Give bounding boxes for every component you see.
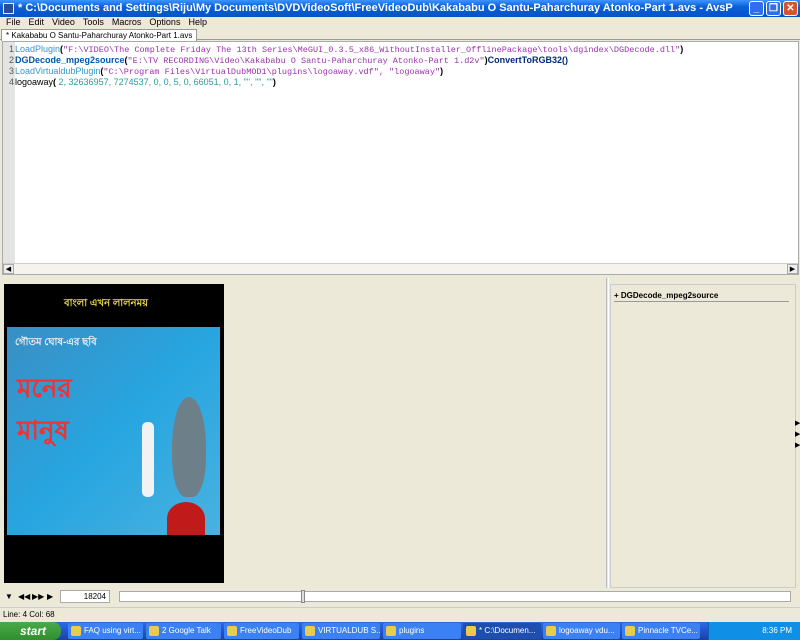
next-frame-icon[interactable]: ▶▶ xyxy=(32,592,44,601)
app-icon xyxy=(3,3,14,14)
task-plugins[interactable]: plugins xyxy=(383,623,461,639)
menu-options[interactable]: Options xyxy=(145,17,184,28)
video-credit-text: গৌতম ঘোষ-এর ছবি xyxy=(15,337,97,348)
minimize-button[interactable]: _ xyxy=(749,1,764,16)
boat-shape xyxy=(172,397,206,497)
toggle-preview-icon[interactable]: ▼ xyxy=(5,592,13,601)
play-icon[interactable]: ▶ xyxy=(47,592,53,601)
script-line: 2DGDecode_mpeg2source("E:\TV RECORDING\V… xyxy=(8,55,568,66)
task-firefox[interactable]: FAQ using virt... xyxy=(68,623,143,639)
filter-panel: + DGDecode_mpeg2source xyxy=(610,284,796,588)
tab-script[interactable]: * Kakababu O Santu-Paharchuray Atonko-Pa… xyxy=(1,29,198,41)
script-editor[interactable]: 1LoadPlugin("F:\VIDEO\The Complete Frida… xyxy=(2,41,799,275)
frame-slider[interactable] xyxy=(119,590,791,603)
start-button[interactable]: start xyxy=(0,622,61,640)
menu-tools[interactable]: Tools xyxy=(79,17,108,28)
person-shape xyxy=(142,422,154,497)
preview-area: বাংলা এখন লালনময় গৌতম ঘোষ-এর ছবি মনের ম… xyxy=(0,278,800,588)
task-freevideodub[interactable]: FreeVideoDub xyxy=(224,623,299,639)
panel-expand-arrows[interactable]: ▶ ▶ ▶ xyxy=(795,418,800,451)
task-virtualdub[interactable]: VIRTUALDUB S... xyxy=(302,623,380,639)
frame-number-input[interactable]: 18204 xyxy=(60,590,110,603)
task-avsp[interactable]: * C:\Documen... xyxy=(463,623,541,639)
logo-badge xyxy=(167,502,205,535)
menu-bar: File Edit Video Tools Macros Options Hel… xyxy=(0,17,800,28)
video-preview[interactable]: বাংলা এখন লালনময় গৌতম ঘোষ-এর ছবি মনের ম… xyxy=(4,284,224,583)
video-title-text: মনের মানুষ xyxy=(17,373,72,445)
slider-thumb[interactable] xyxy=(300,590,305,603)
menu-macros[interactable]: Macros xyxy=(108,17,146,28)
maximize-button[interactable]: ❐ xyxy=(766,1,781,16)
status-bar: Line: 4 Col: 68 xyxy=(0,607,800,621)
clock: 8:36 PM xyxy=(762,626,792,635)
menu-video[interactable]: Video xyxy=(48,17,79,28)
menu-edit[interactable]: Edit xyxy=(25,17,49,28)
title-bar: * C:\Documents and Settings\Riju\My Docu… xyxy=(0,0,800,17)
taskbar: start FAQ using virt... 2 Google Talk Fr… xyxy=(0,622,800,640)
task-logoaway[interactable]: logoaway vdu... xyxy=(543,623,620,639)
close-button[interactable]: ✕ xyxy=(783,1,798,16)
menu-file[interactable]: File xyxy=(2,17,25,28)
task-pinnacle[interactable]: Pinnacle TVCe... xyxy=(622,623,700,639)
scroll-right-icon[interactable]: ▶ xyxy=(787,264,798,274)
filter-item[interactable]: + DGDecode_mpeg2source xyxy=(614,291,789,302)
horizontal-scrollbar[interactable]: ◀ ▶ xyxy=(3,263,798,274)
system-tray: 8:36 PM xyxy=(708,622,800,640)
prev-frame-icon[interactable]: ◀◀ xyxy=(18,592,30,601)
video-frame-image: গৌতম ঘোষ-এর ছবি মনের মানুষ xyxy=(7,327,220,535)
menu-help[interactable]: Help xyxy=(184,17,211,28)
playback-controls: ▼ ◀◀ ▶▶ ▶ 18204 xyxy=(0,588,800,605)
script-line: 1LoadPlugin("F:\VIDEO\The Complete Frida… xyxy=(8,44,684,55)
script-line: 4logoaway( 2, 32636957, 7274537, 0, 0, 5… xyxy=(8,77,276,87)
panel-splitter[interactable] xyxy=(606,278,609,588)
video-banner-text: বাংলা এখন লালনময় xyxy=(64,298,149,309)
tab-bar: * Kakababu O Santu-Paharchuray Atonko-Pa… xyxy=(0,28,800,41)
script-line: 3LoadVirtualdubPlugin("C:\Program Files\… xyxy=(8,66,444,77)
task-google-talk[interactable]: 2 Google Talk xyxy=(146,623,221,639)
window-title: * C:\Documents and Settings\Riju\My Docu… xyxy=(18,2,733,14)
scroll-left-icon[interactable]: ◀ xyxy=(3,264,14,274)
